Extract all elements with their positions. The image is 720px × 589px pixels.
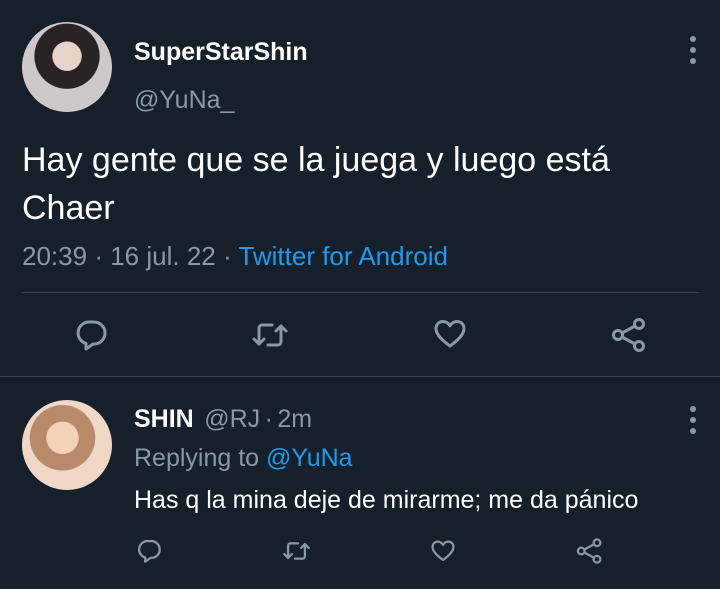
like-icon[interactable] [430, 539, 456, 563]
replying-to: Replying to @YuNa [134, 444, 353, 473]
meta-separator: · [94, 241, 103, 271]
like-icon[interactable] [433, 318, 467, 350]
share-icon[interactable] [611, 318, 647, 352]
reply-age: 2m [277, 405, 313, 433]
tweet-text-line: Chaer [22, 189, 115, 227]
share-icon[interactable] [576, 538, 603, 564]
replying-prefix: Replying to [134, 444, 260, 472]
replying-mention-link[interactable]: @YuNa [266, 444, 353, 472]
reply-icon[interactable] [74, 318, 108, 352]
reply-author-handle[interactable]: @RJ [204, 405, 260, 433]
meta-separator: · [264, 405, 273, 433]
divider [0, 376, 720, 377]
reply-icon[interactable] [136, 538, 162, 564]
tweet-source-link[interactable]: Twitter for Android [238, 241, 448, 271]
author-avatar[interactable] [22, 22, 112, 112]
retweet-icon[interactable] [282, 538, 311, 564]
tweet-meta: 20:39 · 16 jul. 22 · Twitter for Android [22, 241, 448, 272]
divider [22, 292, 699, 293]
tweet-date: 16 jul. 22 [110, 241, 216, 271]
reply-author-name[interactable]: SHIN [134, 405, 194, 433]
tweet-time: 20:39 [22, 241, 88, 271]
more-options-icon[interactable] [688, 36, 698, 64]
retweet-icon[interactable] [251, 318, 289, 352]
author-handle[interactable]: @YuNa_ [134, 86, 234, 115]
meta-separator: · [222, 241, 232, 271]
more-options-icon[interactable] [688, 406, 698, 434]
author-display-name[interactable]: SuperStarShin [134, 38, 308, 67]
reply-header: SHIN @RJ · 2m [134, 405, 312, 434]
reply-author-avatar[interactable] [22, 400, 112, 490]
reply-text: Has q la mina deje de mirarme; me da pán… [134, 486, 639, 514]
tweet-text-line: Hay gente que se la juega y luego está [22, 141, 610, 179]
tweet-text: Hay gente que se la juega y luego está C… [22, 136, 702, 232]
